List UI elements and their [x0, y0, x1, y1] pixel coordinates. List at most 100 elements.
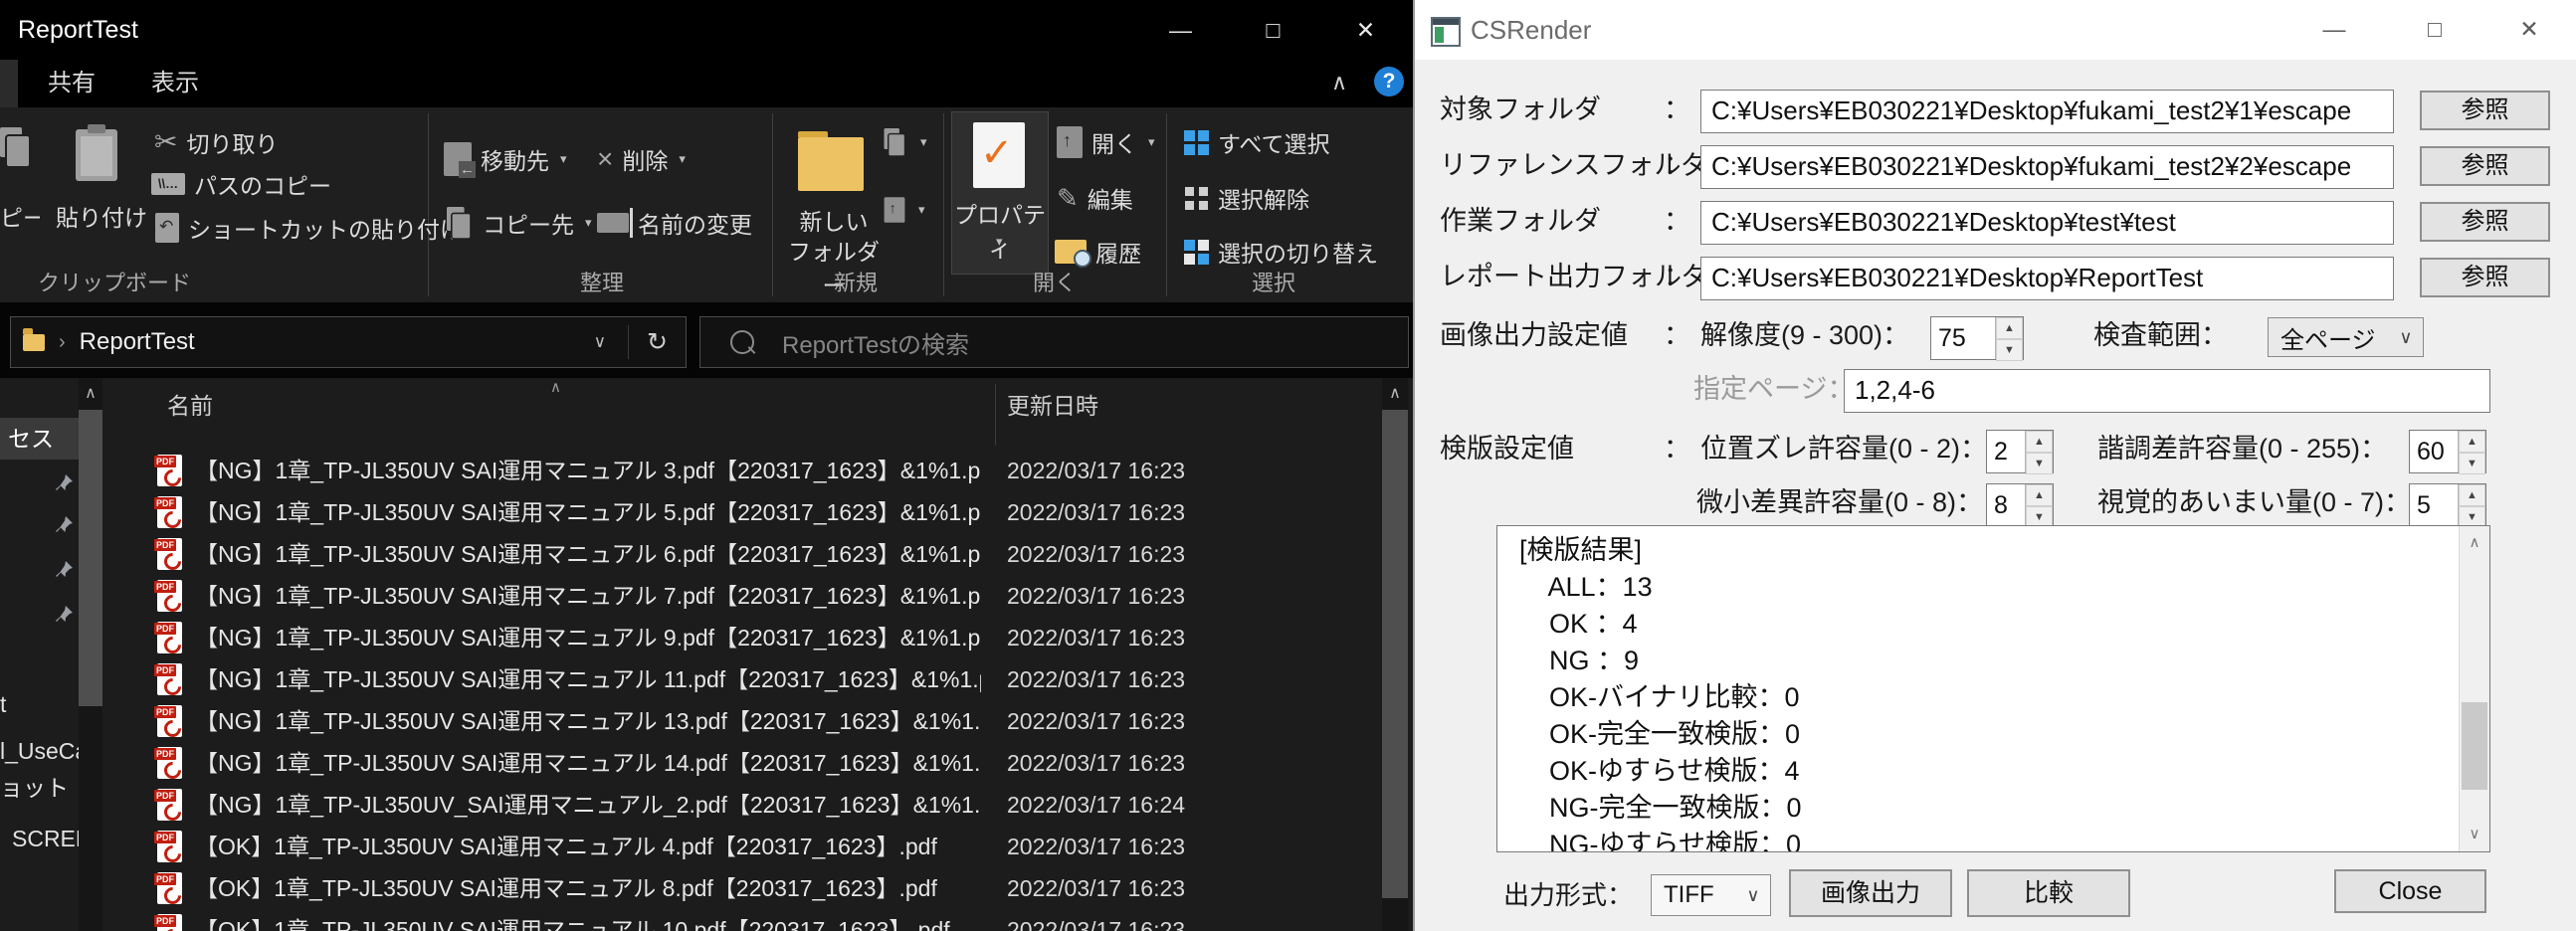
table-row[interactable]: 【NG】1章_TP-JL350UV SAI運用マニュアル 3.pdf【22031…: [102, 450, 1382, 491]
sidebar-scrollbar-thumb[interactable]: [79, 410, 102, 706]
delete-button[interactable]: × 削除 ▾: [597, 142, 686, 176]
rename-button[interactable]: 名前の変更: [597, 206, 752, 240]
pin-icon[interactable]: [55, 472, 75, 492]
copy-button[interactable]: ピー: [0, 199, 40, 233]
pages-label: 指定ページ：: [1693, 369, 1854, 409]
paste-shortcut-button[interactable]: ショートカットの貼り付け: [155, 211, 463, 245]
paste-button[interactable]: 貼り付け: [56, 199, 147, 233]
minor-diff-stepper[interactable]: 8 ▲▼: [1986, 483, 2054, 527]
spin-down-icon[interactable]: ▼: [2026, 453, 2053, 474]
tab-share[interactable]: 共有: [48, 60, 96, 107]
output-format-select[interactable]: TIFF ∨: [1651, 874, 1771, 916]
visual-ambiguity-stepper[interactable]: 5 ▲▼: [2409, 483, 2486, 527]
inspection-results-box[interactable]: [検版結果] ALL：13 OK ：4 NG ：9 OK-バイナリ比較：0 OK…: [1496, 525, 2490, 852]
pin-icon[interactable]: [55, 514, 75, 534]
scroll-down-icon[interactable]: ∨: [2460, 820, 2489, 849]
table-row[interactable]: 【NG】1章_TP-JL350UV SAI運用マニュアル 9.pdf【22031…: [102, 617, 1382, 658]
table-row[interactable]: 【NG】1章_TP-JL350UV_SAI運用マニュアル_2.pdf【22031…: [102, 784, 1382, 826]
close-button[interactable]: Close: [2334, 869, 2486, 913]
maximize-icon[interactable]: □: [1227, 0, 1319, 60]
work-folder-input[interactable]: C:¥Users¥EB030221¥Desktop¥test¥test: [1700, 201, 2394, 245]
tone-diff-stepper[interactable]: 60 ▲▼: [2409, 430, 2486, 473]
table-row[interactable]: 【OK】1章_TP-JL350UV SAI運用マニュアル 8.pdf【22031…: [102, 867, 1382, 909]
table-row[interactable]: 【NG】1章_TP-JL350UV SAI運用マニュアル 7.pdf【22031…: [102, 575, 1382, 617]
address-bar[interactable]: › ReportTest ∨ ↻: [10, 316, 687, 368]
spin-up-icon[interactable]: ▲: [1996, 317, 2023, 339]
open-button[interactable]: 開く ▾: [1057, 125, 1155, 159]
minimize-icon[interactable]: —: [2299, 0, 2369, 60]
sidebar-scrollbar[interactable]: ∧: [79, 378, 102, 931]
browse-button[interactable]: 参照: [2420, 202, 2550, 242]
browse-button[interactable]: 参照: [2420, 146, 2550, 186]
results-scrollbar[interactable]: ∧ ∨: [2459, 526, 2489, 851]
image-output-button[interactable]: 画像出力: [1789, 869, 1952, 917]
spin-up-icon[interactable]: ▲: [2026, 431, 2053, 453]
spin-down-icon[interactable]: ▼: [1996, 339, 2023, 361]
search-box[interactable]: ReportTestの検索: [699, 316, 1409, 368]
history-button[interactable]: 履歴: [1055, 235, 1141, 269]
scan-range-select[interactable]: 全ページ ∨: [2268, 317, 2424, 357]
spin-down-icon[interactable]: ▼: [2459, 453, 2485, 474]
pin-icon[interactable]: [55, 559, 75, 579]
breadcrumb[interactable]: ReportTest: [80, 328, 195, 356]
close-icon[interactable]: ✕: [2494, 0, 2564, 60]
address-dropdown-icon[interactable]: ∨: [594, 332, 606, 352]
cut-button[interactable]: ✂ 切り取り: [154, 125, 278, 159]
properties-button[interactable]: プロパティ ▾: [951, 111, 1049, 275]
sidebar-item[interactable]: SCREEI: [0, 818, 91, 859]
copy-path-button[interactable]: \\… パスのコピー: [151, 167, 331, 201]
browse-button[interactable]: 参照: [2420, 258, 2550, 297]
close-icon[interactable]: ✕: [1319, 0, 1412, 60]
file-list-scrollbar[interactable]: ∧: [1382, 378, 1408, 931]
select-all-button[interactable]: すべて選択: [1184, 125, 1329, 159]
results-scrollbar-thumb[interactable]: [2462, 702, 2487, 790]
table-row[interactable]: 【OK】1章_TP-JL350UV SAI運用マニュアル 4.pdf【22031…: [102, 826, 1382, 867]
easy-access-button[interactable]: ▾: [882, 193, 925, 227]
sidebar-item-quick-access[interactable]: セス: [0, 418, 87, 460]
edit-button[interactable]: ✎ 編集: [1057, 181, 1133, 215]
resolution-stepper[interactable]: 75 ▲▼: [1930, 316, 2024, 360]
colon: ：: [1664, 145, 1690, 185]
move-to-button[interactable]: 移動先 ▾: [444, 142, 567, 176]
table-row[interactable]: 【NG】1章_TP-JL350UV SAI運用マニュアル 6.pdf【22031…: [102, 533, 1382, 575]
sidebar-item[interactable]: l_UseCa: [0, 730, 79, 772]
table-row[interactable]: 【NG】1章_TP-JL350UV SAI運用マニュアル 14.pdf【2203…: [102, 742, 1382, 784]
scroll-up-icon[interactable]: ∧: [2460, 528, 2489, 558]
target-folder-input[interactable]: C:¥Users¥EB030221¥Desktop¥fukami_test2¥1…: [1700, 90, 2394, 133]
table-row[interactable]: 【NG】1章_TP-JL350UV SAI運用マニュアル 5.pdf【22031…: [102, 491, 1382, 533]
paste-icon[interactable]: [76, 129, 117, 186]
maximize-icon[interactable]: □: [2400, 0, 2470, 60]
sidebar-item[interactable]: ョット: [0, 767, 79, 809]
position-shift-stepper[interactable]: 2 ▲▼: [1986, 430, 2054, 473]
pages-input[interactable]: 1,2,4-6: [1844, 369, 2490, 413]
copy-to-button[interactable]: コピー先 ▾: [444, 206, 592, 240]
spin-up-icon[interactable]: ▲: [2026, 484, 2053, 506]
scroll-up-icon[interactable]: ∧: [79, 378, 102, 410]
reference-folder-input[interactable]: C:¥Users¥EB030221¥Desktop¥fukami_test2¥2…: [1700, 145, 2394, 189]
compare-button[interactable]: 比較: [1967, 869, 2130, 917]
column-header-modified[interactable]: 更新日時: [1007, 386, 1098, 426]
new-item-button[interactable]: ▾: [880, 125, 927, 159]
help-icon[interactable]: ?: [1374, 67, 1404, 96]
pin-icon[interactable]: [55, 604, 75, 624]
sort-ascending-icon[interactable]: ∧: [550, 378, 561, 396]
table-row[interactable]: 【OK】1章_TP-JL350UV SAI運用マニュアル 10.pdf【2203…: [102, 909, 1382, 931]
spin-up-icon[interactable]: ▲: [2459, 484, 2485, 506]
table-row[interactable]: 【NG】1章_TP-JL350UV SAI運用マニュアル 11.pdf【2203…: [102, 658, 1382, 700]
report-folder-input[interactable]: C:¥Users¥EB030221¥Desktop¥ReportTest: [1700, 257, 2394, 300]
copy-icon[interactable]: [0, 127, 38, 183]
minimize-icon[interactable]: —: [1134, 0, 1227, 60]
scroll-up-icon[interactable]: ∧: [1382, 378, 1408, 410]
spin-up-icon[interactable]: ▲: [2459, 431, 2485, 453]
collapse-ribbon-icon[interactable]: ∧: [1331, 60, 1347, 107]
file-list-scrollbar-thumb[interactable]: [1382, 410, 1408, 898]
tab-view[interactable]: 表示: [151, 60, 199, 107]
browse-button[interactable]: 参照: [2420, 91, 2550, 130]
refresh-icon[interactable]: ↻: [629, 327, 686, 357]
column-divider[interactable]: [995, 384, 996, 446]
invert-selection-button[interactable]: 選択の切り替え: [1184, 235, 1378, 269]
table-row[interactable]: 【NG】1章_TP-JL350UV SAI運用マニュアル 13.pdf【2203…: [102, 700, 1382, 742]
column-header-name[interactable]: 名前: [167, 386, 213, 426]
select-none-button[interactable]: 選択解除: [1184, 181, 1309, 215]
sidebar-item[interactable]: t: [0, 683, 79, 725]
